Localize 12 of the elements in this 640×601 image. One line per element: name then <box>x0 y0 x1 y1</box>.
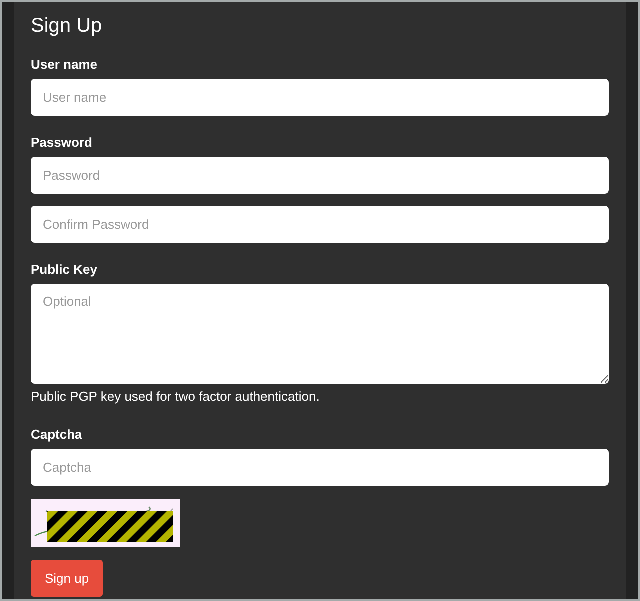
input-field[interactable]: User name <box>31 79 609 116</box>
input-field[interactable]: Confirm Password <box>31 206 609 243</box>
field-label: Password <box>31 135 92 151</box>
text-area[interactable]: Optional <box>31 284 609 384</box>
input-field[interactable]: Password <box>31 157 609 194</box>
page-title: Sign Up <box>31 14 102 38</box>
help-text: Public PGP key used for two factor authentication. <box>31 389 320 405</box>
field-label: Public Key <box>31 262 98 278</box>
field-label: User name <box>31 57 98 73</box>
sign-up-button[interactable]: Sign up <box>31 560 104 597</box>
input-field[interactable]: Captcha <box>31 449 609 486</box>
field-label: Captcha <box>31 427 82 443</box>
